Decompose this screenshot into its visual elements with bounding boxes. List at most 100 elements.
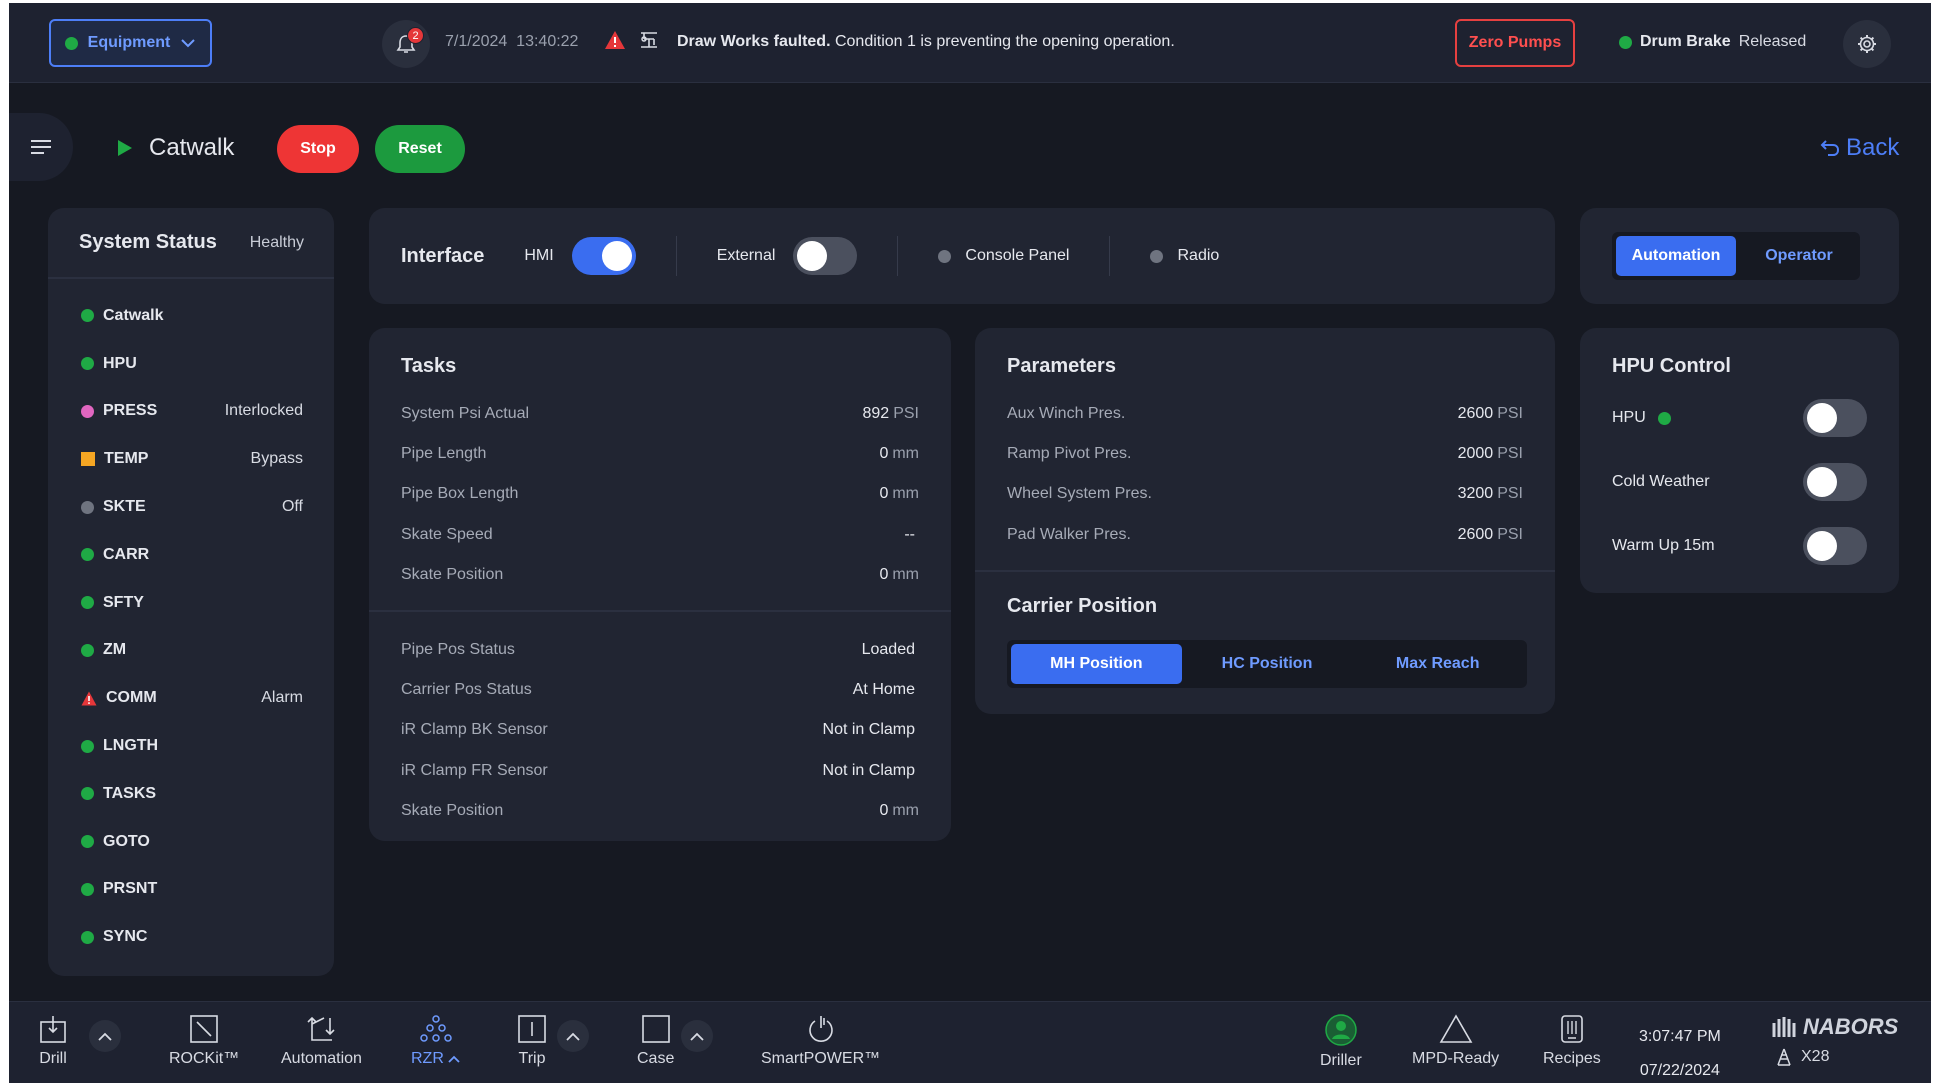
- row-value: Loaded: [861, 641, 915, 659]
- external-toggle[interactable]: [793, 237, 858, 275]
- notifications-button[interactable]: 2: [382, 20, 430, 68]
- stop-button[interactable]: Stop: [277, 125, 359, 173]
- drill-expand-button[interactable]: [89, 1020, 121, 1052]
- task-row: iR Clamp BK Sensor Not in Clamp: [401, 710, 919, 750]
- nav-label: Automation: [281, 1050, 362, 1067]
- status-row-skte: SKTE Off: [48, 483, 334, 531]
- tasks-panel: Tasks System Psi Actual 892 PSI Pipe Lengt…: [369, 328, 951, 841]
- status-dot: [81, 357, 94, 371]
- system-status-header: System Status Healthy: [48, 208, 334, 279]
- hpu-status-dot: [1657, 411, 1671, 425]
- nav-automation[interactable]: Automation: [281, 1014, 362, 1068]
- nav-smartpower[interactable]: SmartPOWER™: [761, 1014, 880, 1068]
- mh-position-button[interactable]: MH Position: [1011, 644, 1182, 684]
- row-unit: PSI: [1497, 485, 1523, 503]
- system-status-title: System Status: [79, 231, 217, 253]
- hc-position-button[interactable]: HC Position: [1182, 644, 1353, 684]
- toggle-knob: [1807, 403, 1837, 433]
- reset-button[interactable]: Reset: [375, 125, 465, 173]
- row-value: Not in Clamp: [822, 721, 915, 739]
- notification-badge: 2: [407, 27, 424, 44]
- menu-button[interactable]: [9, 113, 73, 181]
- row-label: Skate Position: [401, 565, 504, 583]
- hpu-toggle[interactable]: [1803, 399, 1867, 437]
- warm-up-row: Warm Up 15m: [1612, 527, 1867, 565]
- chevron-up-icon: [566, 1032, 580, 1041]
- mode-panel: Automation Operator: [1580, 208, 1899, 304]
- nav-label-group: RZR: [411, 1050, 460, 1068]
- nav-drill[interactable]: Drill: [39, 1014, 67, 1068]
- equipment-label: Equipment: [87, 34, 171, 51]
- status-dot: [81, 787, 94, 801]
- alert-icons: [604, 29, 660, 51]
- row-unit: mm: [892, 565, 919, 583]
- alert-timestamp: 7/1/2024 13:40:22: [445, 33, 578, 51]
- nav-trip[interactable]: Trip: [517, 1014, 547, 1068]
- cold-weather-row: Cold Weather: [1612, 463, 1867, 501]
- brand-logo: NABORS: [1771, 1014, 1898, 1040]
- row-label: System Psi Actual: [401, 405, 530, 423]
- hmi-toggle[interactable]: [571, 237, 636, 275]
- nav-recipes[interactable]: Recipes: [1543, 1014, 1601, 1068]
- row-value: 2600: [1457, 525, 1494, 543]
- nav-mpd-ready[interactable]: MPD-Ready: [1412, 1014, 1499, 1068]
- system-status-list: Catwalk HPU PRESS Interlocked TEMP Bypass …: [48, 279, 334, 961]
- system-health: Healthy: [249, 233, 304, 251]
- status-row-prsnt: PRSNT: [48, 866, 334, 914]
- row-value: At Home: [852, 681, 915, 699]
- status-row-goto: GOTO: [48, 818, 334, 866]
- nav-driller[interactable]: Driller: [1320, 1014, 1362, 1070]
- parameter-row: Pad Walker Pres. 2600 PSI: [1007, 515, 1523, 555]
- brand-area: NABORS X28: [1771, 1014, 1898, 1066]
- status-row-carr: CARR: [48, 531, 334, 579]
- status-row-zm: ZM: [48, 627, 334, 675]
- status-row-lngth: LNGTH: [48, 722, 334, 770]
- nav-label: Trip: [518, 1050, 546, 1067]
- case-expand-button[interactable]: [681, 1020, 713, 1052]
- task-row: Pipe Box Length 0 mm: [401, 474, 919, 514]
- carrier-position-selector: MH Position HC Position Max Reach: [1007, 640, 1527, 688]
- row-unit: mm: [892, 801, 919, 819]
- row-label: iR Clamp BK Sensor: [401, 721, 548, 739]
- status-row-tasks: TASKS: [48, 770, 334, 818]
- recipes-icon: [1561, 1015, 1583, 1043]
- row-value: 892: [862, 405, 890, 423]
- status-name: PRSNT: [103, 880, 158, 898]
- operator-mode-button[interactable]: Operator: [1742, 236, 1856, 276]
- status-row-comm: COMM Alarm: [48, 674, 334, 722]
- status-name: LNGTH: [103, 737, 159, 755]
- nav-case[interactable]: Case: [637, 1014, 674, 1068]
- zero-pumps-button[interactable]: Zero Pumps: [1455, 19, 1575, 67]
- toggle-knob: [1807, 531, 1837, 561]
- power-icon: [808, 1016, 833, 1042]
- settings-button[interactable]: [1843, 20, 1891, 68]
- warm-up-toggle[interactable]: [1803, 527, 1867, 565]
- status-name: SYNC: [103, 928, 148, 946]
- automation-mode-button[interactable]: Automation: [1616, 236, 1736, 276]
- status-dot: [81, 739, 94, 753]
- status-dot: [81, 309, 94, 323]
- rockit-icon: [190, 1015, 218, 1043]
- row-value: Not in Clamp: [822, 761, 915, 779]
- page-title: Catwalk: [149, 134, 235, 161]
- alert-message: Draw Works faulted. Condition 1 is preve…: [677, 33, 1175, 51]
- page-title-area: Catwalk: [117, 134, 234, 162]
- nav-rockit[interactable]: ROCKit™: [169, 1014, 239, 1068]
- external-toggle-group: External: [717, 237, 858, 275]
- status-state: Off: [281, 498, 303, 516]
- max-reach-button[interactable]: Max Reach: [1352, 644, 1523, 684]
- back-button[interactable]: Back: [1820, 134, 1899, 162]
- status-dot: [81, 643, 94, 657]
- status-name: GOTO: [103, 832, 150, 850]
- toggle-knob: [797, 241, 828, 271]
- row-unit: PSI: [1497, 405, 1523, 423]
- trip-expand-button[interactable]: [557, 1020, 589, 1052]
- status-row-hpu: HPU: [48, 340, 334, 388]
- equipment-dropdown[interactable]: Equipment: [49, 19, 212, 67]
- hamburger-icon: [31, 140, 51, 154]
- interface-title: Interface: [401, 244, 485, 267]
- nav-label: MPD-Ready: [1412, 1050, 1500, 1067]
- cold-weather-toggle[interactable]: [1803, 463, 1867, 501]
- interface-panel: Interface HMI External Console Panel Rad…: [369, 208, 1555, 304]
- nav-rzr[interactable]: RZR: [411, 1014, 460, 1068]
